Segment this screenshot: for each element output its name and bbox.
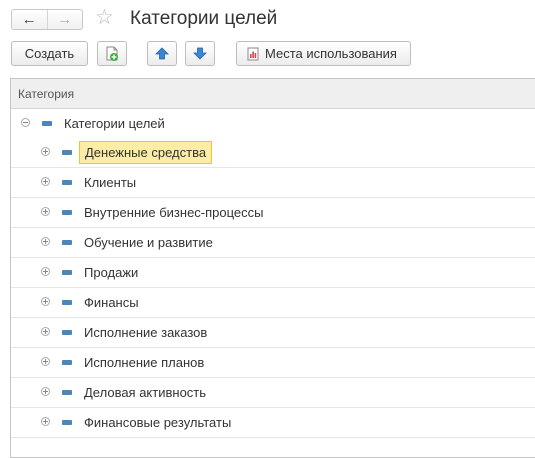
category-icon [42, 121, 52, 126]
tree-row[interactable]: Исполнение планов [11, 348, 535, 378]
toolbar: Создать Места использования [0, 41, 535, 67]
tree-row[interactable]: Финансы [11, 288, 535, 318]
copy-button[interactable] [97, 41, 127, 66]
usage-places-label: Места использования [265, 46, 397, 61]
tree-row-label: Финансовые результаты [84, 415, 232, 430]
move-up-button[interactable] [147, 41, 177, 66]
report-icon [247, 47, 259, 60]
tree-row[interactable]: Обучение и развитие [11, 228, 535, 258]
tree-row-label: Обучение и развитие [84, 235, 213, 250]
expand-icon[interactable] [41, 357, 50, 366]
expand-icon[interactable] [41, 417, 50, 426]
tree-row[interactable]: Деловая активность [11, 378, 535, 408]
tree-row-label: Исполнение планов [84, 355, 205, 370]
tree-row-label: Внутренние бизнес-процессы [84, 205, 264, 220]
tree-row[interactable]: Продажи [11, 258, 535, 288]
column-header-category[interactable]: Категория [11, 79, 535, 109]
expand-icon[interactable] [41, 147, 50, 156]
expand-icon[interactable] [41, 207, 50, 216]
expand-icon[interactable] [41, 267, 50, 276]
category-icon [62, 390, 72, 395]
move-up-icon [155, 47, 169, 60]
tree-root-label: Категории целей [64, 116, 165, 131]
tree-row-label: Клиенты [84, 175, 137, 190]
navigation-buttons: ← → [11, 9, 83, 30]
category-icon [62, 300, 72, 305]
header-bar: ← → ☆ Категории целей [0, 0, 535, 38]
category-icon [62, 150, 72, 155]
tree-row[interactable]: Исполнение заказов [11, 318, 535, 348]
expand-icon[interactable] [41, 327, 50, 336]
category-icon [62, 240, 72, 245]
usage-places-button[interactable]: Места использования [236, 41, 411, 66]
expand-icon[interactable] [41, 297, 50, 306]
category-icon [62, 180, 72, 185]
create-button-label: Создать [24, 46, 75, 61]
star-icon[interactable]: ☆ [95, 7, 114, 28]
tree-row[interactable]: Внутренние бизнес-процессы [11, 198, 535, 228]
category-icon [62, 360, 72, 365]
expand-icon[interactable] [41, 177, 50, 186]
category-icon [62, 330, 72, 335]
expand-icon[interactable] [41, 387, 50, 396]
tree-row[interactable]: Денежные средства [11, 138, 535, 168]
category-icon [62, 420, 72, 425]
category-icon [62, 270, 72, 275]
forward-button[interactable]: → [48, 10, 83, 29]
create-button[interactable]: Создать [11, 41, 88, 66]
tree-row[interactable]: Финансовые результаты [11, 408, 535, 438]
tree-row-label: Исполнение заказов [84, 325, 208, 340]
tree-row-label: Продажи [84, 265, 139, 280]
move-down-button[interactable] [185, 41, 215, 66]
arrow-right-icon: → [57, 11, 73, 28]
tree-root-row[interactable]: Категории целей [11, 109, 535, 138]
collapse-icon[interactable] [21, 118, 30, 127]
copy-add-icon [106, 46, 118, 61]
back-button[interactable]: ← [12, 10, 48, 29]
arrow-left-icon: ← [21, 11, 37, 28]
tree-row-label: Деловая активность [84, 385, 207, 400]
page-title: Категории целей [130, 8, 278, 29]
tree-row-label: Финансы [84, 295, 139, 310]
expand-icon[interactable] [41, 237, 50, 246]
tree-row[interactable]: Клиенты [11, 168, 535, 198]
tree-row-label: Денежные средства [79, 141, 213, 164]
categories-grid: Категория Категории целей Денежные средс… [10, 78, 535, 458]
category-icon [62, 210, 72, 215]
move-down-icon [193, 47, 207, 60]
